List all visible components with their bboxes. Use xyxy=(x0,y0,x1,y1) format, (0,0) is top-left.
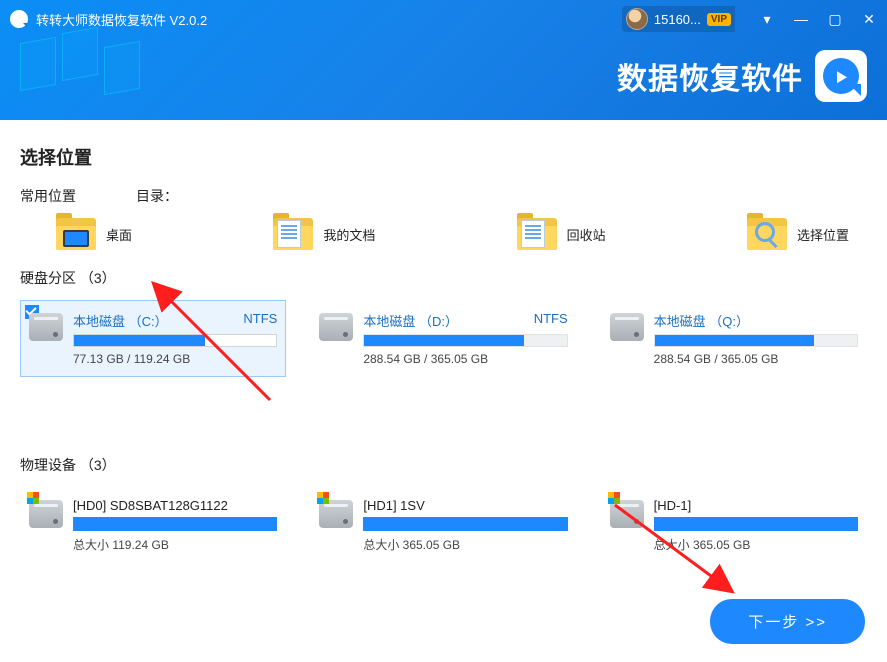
common-location-label: 常用位置 xyxy=(20,186,76,206)
device-card-hd-1[interactable]: [HD-1] 总大小 365.05 GB xyxy=(601,487,867,564)
partition-card-c[interactable]: 本地磁盘 （C:） NTFS 77.13 GB / 119.24 GB xyxy=(20,300,286,377)
partition-size: 77.13 GB / 119.24 GB xyxy=(73,352,277,366)
usage-bar xyxy=(363,334,567,347)
maximize-button[interactable]: ▢ xyxy=(827,11,843,28)
close-button[interactable]: ✕ xyxy=(861,11,877,28)
partition-name: 本地磁盘 （Q:） xyxy=(654,311,749,330)
device-name: [HD1] 1SV xyxy=(363,498,424,513)
app-title: 转转大师数据恢复软件 V2.0.2 xyxy=(36,10,207,29)
partition-fs: NTFS xyxy=(534,311,568,330)
avatar-icon xyxy=(626,8,648,30)
partition-size: 288.54 GB / 365.05 GB xyxy=(654,352,858,366)
hero-logo-icon xyxy=(815,50,867,102)
device-card-hd0[interactable]: [HD0] SD8SBAT128G1122 总大小 119.24 GB xyxy=(20,487,286,564)
usage-bar xyxy=(73,334,277,347)
next-button[interactable]: 下一步 >> xyxy=(710,599,865,644)
minimize-button[interactable]: — xyxy=(793,11,809,28)
device-name: [HD0] SD8SBAT128G1122 xyxy=(73,498,228,513)
partition-list: 本地磁盘 （C:） NTFS 77.13 GB / 119.24 GB 本地磁盘 … xyxy=(20,300,867,377)
drive-icon xyxy=(29,500,63,528)
partition-size: 288.54 GB / 365.05 GB xyxy=(363,352,567,366)
device-name: [HD-1] xyxy=(654,498,692,513)
folder-recycle-icon xyxy=(517,218,557,250)
quick-desktop[interactable]: 桌面 xyxy=(56,218,132,250)
quick-label: 回收站 xyxy=(567,225,606,244)
partitions-heading: 硬盘分区 （3） xyxy=(20,268,867,288)
partition-name: 本地磁盘 （D:） xyxy=(363,311,458,330)
vip-badge: VIP xyxy=(707,13,731,26)
windows-flag-icon xyxy=(27,492,39,504)
device-size: 总大小 119.24 GB xyxy=(73,536,277,553)
quick-documents[interactable]: 我的文档 xyxy=(273,218,375,250)
drive-icon xyxy=(319,313,353,341)
select-location-heading: 选择位置 xyxy=(20,144,867,170)
quick-label: 选择位置 xyxy=(797,225,849,244)
drive-icon xyxy=(29,313,63,341)
usage-bar xyxy=(73,517,277,531)
user-id: 15160... xyxy=(654,12,701,27)
devices-heading: 物理设备 （3） xyxy=(20,455,867,475)
hero-brand-text: 数据恢复软件 xyxy=(617,54,803,98)
dropdown-icon[interactable]: ▾ xyxy=(759,11,775,28)
usage-bar xyxy=(654,517,858,531)
folder-documents-icon xyxy=(273,218,313,250)
folder-search-icon xyxy=(747,218,787,250)
device-card-hd1[interactable]: [HD1] 1SV 总大小 365.05 GB xyxy=(310,487,576,564)
drive-icon xyxy=(610,313,644,341)
drive-icon xyxy=(319,500,353,528)
quick-recycle-bin[interactable]: 回收站 xyxy=(517,218,606,250)
app-header: 转转大师数据恢复软件 V2.0.2 15160... VIP ▾ — ▢ ✕ 数… xyxy=(0,0,887,120)
windows-flag-icon xyxy=(317,492,329,504)
device-list: [HD0] SD8SBAT128G1122 总大小 119.24 GB [HD1… xyxy=(20,487,867,564)
partition-card-d[interactable]: 本地磁盘 （D:） NTFS 288.54 GB / 365.05 GB xyxy=(310,300,576,377)
usage-bar xyxy=(654,334,858,347)
quick-label: 桌面 xyxy=(106,225,132,244)
quick-choose-location[interactable]: 选择位置 xyxy=(747,218,849,250)
directory-label: 目录： xyxy=(136,186,178,206)
device-size: 总大小 365.05 GB xyxy=(363,536,567,553)
header-decoration xyxy=(20,30,160,110)
app-logo-icon xyxy=(10,10,28,28)
folder-desktop-icon xyxy=(56,218,96,250)
quick-label: 我的文档 xyxy=(323,225,375,244)
partition-name: 本地磁盘 （C:） xyxy=(73,311,168,330)
usage-bar xyxy=(363,517,567,531)
device-size: 总大小 365.05 GB xyxy=(654,536,858,553)
partition-fs: NTFS xyxy=(243,311,277,330)
partition-card-q[interactable]: 本地磁盘 （Q:） 288.54 GB / 365.05 GB xyxy=(601,300,867,377)
windows-flag-icon xyxy=(608,492,620,504)
drive-icon xyxy=(610,500,644,528)
user-badge[interactable]: 15160... VIP xyxy=(622,6,735,32)
